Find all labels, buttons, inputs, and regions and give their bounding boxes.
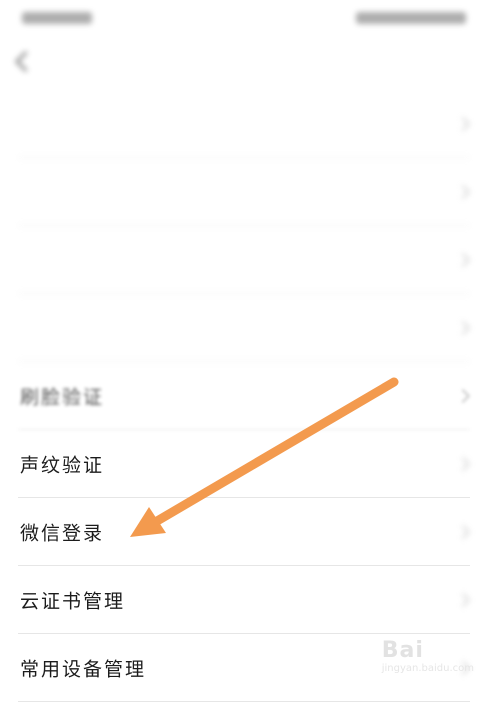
- settings-row-4[interactable]: [18, 294, 471, 362]
- chevron-right-icon: [455, 320, 471, 335]
- status-bar-right: [356, 12, 466, 24]
- chevron-right-icon: [455, 592, 471, 607]
- settings-row-2[interactable]: [18, 158, 471, 226]
- chevron-right-icon: [455, 252, 471, 267]
- chevron-right-icon: [455, 388, 471, 403]
- settings-row-cloud-certificate[interactable]: 云证书管理: [18, 566, 471, 634]
- settings-row-label: 常用设备管理: [20, 658, 147, 680]
- settings-row-label: 微信登录: [20, 522, 105, 544]
- settings-row-1[interactable]: [18, 90, 471, 158]
- settings-row-wechat-login[interactable]: 微信登录: [18, 498, 471, 566]
- chevron-right-icon: [455, 456, 471, 471]
- settings-row-label: 云证书管理: [20, 590, 126, 612]
- settings-row-label: 声纹验证: [20, 454, 105, 476]
- settings-row-label: 刷脸验证: [20, 386, 105, 408]
- settings-row-voiceprint-verify[interactable]: 声纹验证: [18, 430, 471, 498]
- status-bar-left: [22, 12, 92, 24]
- watermark-text: Bai: [381, 638, 424, 663]
- settings-row-face-verify[interactable]: 刷脸验证: [18, 362, 471, 430]
- watermark-subtext: jingyan.baidu.com: [381, 663, 474, 674]
- chevron-right-icon: [455, 116, 471, 131]
- back-arrow-icon[interactable]: [14, 50, 37, 73]
- chevron-right-icon: [455, 524, 471, 539]
- settings-list: 刷脸验证 声纹验证 微信登录 云证书管理 常用设备管理: [0, 90, 488, 702]
- status-bar: [0, 0, 488, 36]
- nav-bar: [0, 40, 488, 88]
- chevron-right-icon: [455, 184, 471, 199]
- watermark: Bai jingyan.baidu.com: [382, 638, 474, 674]
- settings-row-3[interactable]: [18, 226, 471, 294]
